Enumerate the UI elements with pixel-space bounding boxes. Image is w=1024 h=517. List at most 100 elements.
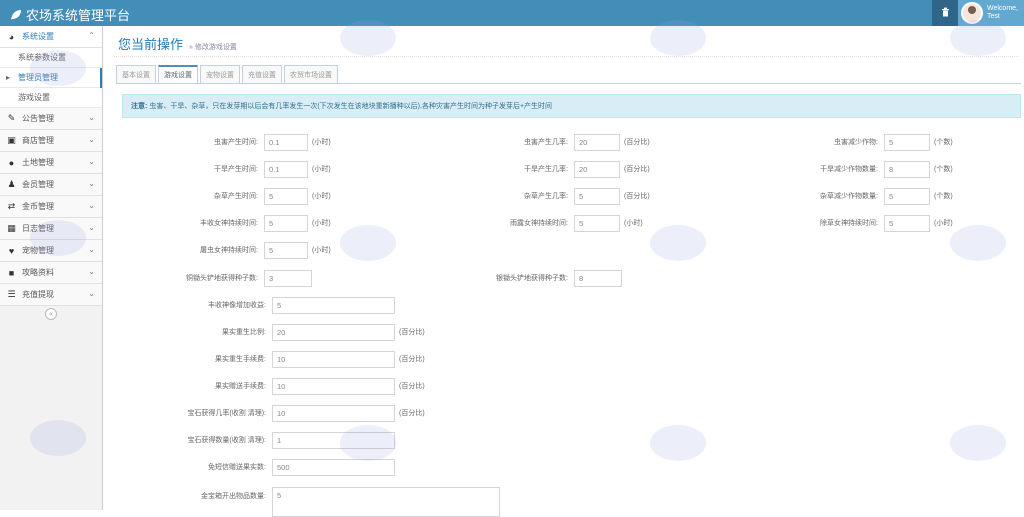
tab-basic-settings[interactable]: 基本设置 [116,65,156,84]
top-navbar: 农场系统管理平台 Welcome, Test [0,0,1024,26]
sidebar-item-coins[interactable]: ⇄ 金币管理 ⌄ [0,196,102,218]
field-label: 果实重生比例: [222,329,266,336]
field-label: 果实赠送手续费: [215,383,266,390]
weed-chance-input[interactable]: 5 [574,187,620,205]
form-row: 宝石获得几率(收割 清理): 10 (百分比) [160,404,425,422]
chevron-down-icon: ⌄ [88,179,95,188]
copper-hoe-seeds-input[interactable]: 3 [264,269,312,287]
form-row: 杂草产生时间: 5 (小时) [160,187,331,205]
gem-count-input[interactable]: 1 [272,431,395,449]
form-row: 免短信赠送果实数: 500 [160,458,399,476]
sidebar-item-system-settings[interactable]: ◕ 系统设置 ⌃ [0,26,102,48]
chevron-down-icon: ⌄ [88,201,95,210]
user-name: Test [987,13,1000,20]
field-label: 虫害产生时间: [214,139,258,146]
form-row: 果实重生比例: 20 (百分比) [160,323,425,341]
field-unit: (百分比) [624,166,650,173]
drought-time-input[interactable]: 0.1 [264,160,308,178]
heart-icon: ♥ [8,245,15,256]
fruit-gift-fee-input[interactable]: 10 [272,377,395,395]
sidebar-subitem-game-settings[interactable]: 游戏设置 [0,88,102,108]
form-row: 雨露女神持续时间: 5 (小时) [464,214,643,232]
field-label: 银锄头铲地获得种子数: [496,275,568,282]
pencil-icon: ✎ [7,113,16,123]
rain-goddess-duration-input[interactable]: 5 [574,214,620,232]
form-row: 丰收女神持续时间: 5 (小时) [160,214,331,232]
field-unit: (小时) [312,139,331,146]
tab-market-settings[interactable]: 农贸市场设置 [284,65,338,84]
field-label: 屠虫女神持续时间: [200,247,258,254]
field-unit: (百分比) [624,193,650,200]
sidebar-collapse-button[interactable]: « [45,308,57,320]
trash-icon [941,7,950,20]
chevron-down-icon: ⌄ [88,135,95,144]
sidebar-item-logs[interactable]: ▦ 日志管理 ⌄ [0,218,102,240]
weed-time-input[interactable]: 5 [264,187,308,205]
form-row: 银锄头铲地获得种子数: 8 [464,269,622,287]
gold-box-items-textarea[interactable]: 5 [272,487,500,517]
field-unit: (小时) [312,166,331,173]
harvest-statue-bonus-input[interactable]: 5 [272,296,395,314]
weed-crop-loss-input[interactable]: 5 [884,187,930,205]
field-label: 干旱减少作物数量: [820,166,878,173]
leaf-icon [10,9,22,21]
notice-prefix: 注意: [131,103,148,110]
tachometer-icon: ◕ [8,31,15,42]
sidebar-item-label: 商店管理 [22,136,54,145]
main-content: 您当前操作 » 修改游戏设置 基本设置 游戏设置 宠物设置 充值设置 农贸市场设… [104,26,1024,517]
pest-time-input[interactable]: 0.1 [264,133,308,151]
field-label: 免短信赠送果实数: [208,464,266,471]
sidebar-item-label: 攻略资料 [22,268,54,277]
sidebar-item-guides[interactable]: ■ 攻略资料 ⌄ [0,262,102,284]
sidebar-item-land[interactable]: ● 土地管理 ⌄ [0,152,102,174]
sidebar-item-shop[interactable]: ▣ 商店管理 ⌄ [0,130,102,152]
silver-hoe-seeds-input[interactable]: 8 [574,269,622,287]
trash-button[interactable] [932,0,958,26]
drought-chance-input[interactable]: 20 [574,160,620,178]
fruit-rebirth-ratio-input[interactable]: 20 [272,323,395,341]
fruit-rebirth-fee-input[interactable]: 10 [272,350,395,368]
sidebar-subitem-admin-management[interactable]: 管理员管理 [0,68,102,88]
sidebar-item-label: 系统参数设置 [18,53,66,62]
sidebar-item-label: 系统设置 [22,32,54,41]
field-unit: (个数) [934,193,953,200]
brand[interactable]: 农场系统管理平台 [10,5,130,24]
field-unit: (百分比) [399,410,425,417]
tab-game-settings[interactable]: 游戏设置 [158,65,198,84]
field-unit: (小时) [312,247,331,254]
sidebar: ◕ 系统设置 ⌃ 系统参数设置 管理员管理 游戏设置 ✎ 公告管理 ⌄ ▣ 商店… [0,26,103,510]
field-unit: (百分比) [624,139,650,146]
weeding-goddess-duration-input[interactable]: 5 [884,214,930,232]
field-label: 除草女神持续时间: [820,220,878,227]
sidebar-subitem-system-params[interactable]: 系统参数设置 [0,48,102,68]
sidebar-item-announcements[interactable]: ✎ 公告管理 ⌄ [0,108,102,130]
chevron-down-icon: ⌄ [88,245,95,254]
form-row: 铜锄头铲地获得种子数: 3 [160,269,312,287]
user-menu[interactable]: Welcome, Test [958,0,1024,26]
harvest-goddess-duration-input[interactable]: 5 [264,214,308,232]
pest-crop-loss-input[interactable]: 5 [884,133,930,151]
users-icon: ♟ [7,179,16,189]
drought-crop-loss-input[interactable]: 8 [884,160,930,178]
notice-alert: 注意: 虫害、干旱、杂草，只在发芽期以后会有几率发生一次(下次发生在该地块重新播… [122,94,1021,118]
field-label: 干旱产生时间: [214,166,258,173]
tab-recharge-settings[interactable]: 充值设置 [242,65,282,84]
field-label: 金宝箱开出物品数量: [201,493,266,500]
form-row: 丰收神像增加收益: 5 [160,296,399,314]
sidebar-item-recharge[interactable]: ☰ 充值提现 ⌄ [0,284,102,306]
chevron-down-icon: ⌄ [88,157,95,166]
field-unit: (小时) [312,220,331,227]
tab-pet-settings[interactable]: 宠物设置 [200,65,240,84]
field-label: 杂草减少作物数量: [820,193,878,200]
pest-chance-input[interactable]: 20 [574,133,620,151]
sidebar-item-pets[interactable]: ♥ 宠物管理 ⌄ [0,240,102,262]
page-title: 您当前操作 [118,37,184,52]
form-row: 果实赠送手续费: 10 (百分比) [160,377,425,395]
bug-goddess-duration-input[interactable]: 5 [264,241,308,259]
sms-free-gift-count-input[interactable]: 500 [272,458,395,476]
sidebar-item-members[interactable]: ♟ 会员管理 ⌄ [0,174,102,196]
field-label: 杂草产生时间: [214,193,258,200]
field-label: 杂草产生几率: [524,193,568,200]
gem-chance-input[interactable]: 10 [272,404,395,422]
chevron-down-icon: ⌄ [88,289,95,298]
